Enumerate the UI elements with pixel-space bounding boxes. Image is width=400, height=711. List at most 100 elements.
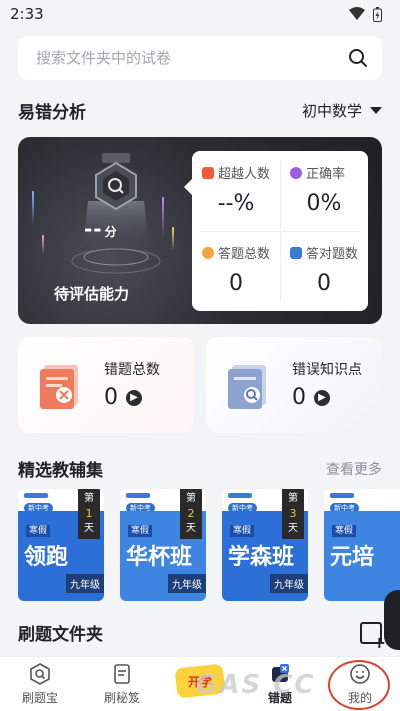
publisher-logo [330,493,354,498]
books-header: 精选教辅集 查看更多 [18,456,382,481]
book-season: 寒假 [26,525,51,537]
ability-label: 待评估能力 [54,285,130,303]
status-bar: 2:33 [0,0,400,28]
day-num: 1 [85,507,93,520]
day-suffix: 天 [186,523,196,534]
stat-correct: 答对题数 0 [280,231,368,311]
book-name: 领跑 [24,544,69,570]
book-header: 新中考 [324,489,400,513]
stat-value: 0 [229,271,243,296]
highlight-ring [328,660,390,710]
books-carousel[interactable]: 新中考 寒假 领跑 九年级 第1天 新中考 寒假 华杯班 九年级 第2天 新中考… [18,489,400,601]
score-value: -- [84,217,103,241]
stat-value: --% [217,191,255,216]
book-day-badge: 第 1 天 [78,489,100,539]
book-card[interactable]: 新中考 寒假 领跑 九年级 第1天 [18,489,104,601]
day-prefix: 第 [186,493,196,504]
book-name: 元培 [330,544,375,570]
day-prefix: 第 [288,493,298,504]
chevron-down-icon [370,107,382,114]
check-icon [290,246,302,259]
publisher-logo [228,493,252,498]
tab-shuatibao[interactable]: 刷题宝 [10,663,70,706]
book-card[interactable]: 新中考 寒假 华杯班 九年级 第2天 [120,489,206,601]
tab-shuamiji[interactable]: 刷秘笈 [92,663,152,706]
folder-header: 刷题文件夹 [18,620,386,652]
book-season: 寒假 [128,525,153,537]
day-prefix: 第 [84,493,94,504]
subject-dropdown[interactable]: 初中数学 [302,100,382,121]
day-num: 3 [289,507,297,520]
assistant-float-button[interactable] [384,590,400,650]
book-card[interactable]: 新中考 寒假 学森班 九年级 第3天 [222,489,308,601]
book-name: 学森班 [228,544,295,570]
wrong-total-value-row: 0 ▶ [104,385,142,410]
view-more-link[interactable]: 查看更多 [326,459,382,479]
wifi-icon [349,7,365,20]
search-doc-icon [30,663,50,685]
status-icons [349,6,382,22]
search-input[interactable] [36,49,316,67]
stats-panel: 超越人数 --% 正确率 0% 答题总数 0 答对题数 0 [184,151,368,311]
stat-accuracy: 正确率 0% [280,151,368,231]
search-bar[interactable] [18,36,382,80]
stat-label: 正确率 [290,163,345,182]
day-num: 2 [187,507,195,520]
stat-answered: 答题总数 0 [192,231,280,311]
score-unit: 分 [104,225,118,239]
wrong-knowledge-card[interactable]: 错误知识点 0 ▶ [206,337,382,433]
stat-label-text: 超越人数 [218,167,271,182]
status-time: 2:33 [10,5,44,23]
publisher-logo [24,493,48,498]
folder-title: 刷题文件夹 [18,625,103,645]
day-suffix: 天 [288,523,298,534]
book-season: 寒假 [230,525,255,537]
battery-icon [373,6,382,22]
stat-label: 答题总数 [202,243,270,262]
trophy-icon [202,166,214,179]
book-grade: 九年级 [66,574,104,593]
light-streak [42,235,44,255]
watermark-text: GAS CC [196,670,316,700]
stat-surpass: 超越人数 --% [192,151,280,231]
add-folder-icon[interactable] [360,621,386,652]
day-suffix: 天 [84,523,94,534]
publisher-logo [126,493,150,498]
book-day-badge: 第 2 天 [180,489,202,539]
stat-label: 答对题数 [290,243,358,262]
book-icon [114,664,130,684]
analysis-title: 易错分析 [18,103,86,123]
wrong-total-label: 错题总数 [104,362,160,378]
search-icon[interactable] [348,48,368,68]
book-grade: 九年级 [270,574,308,593]
books-title: 精选教辅集 [18,461,103,481]
book-day-badge: 第 3 天 [282,489,304,539]
stat-label-text: 答题总数 [218,247,271,262]
knowledge-search-icon [228,365,266,409]
wrong-knowledge-value: 0 [292,385,306,410]
wrong-total-value: 0 [104,385,118,410]
analysis-header: 易错分析 初中数学 [18,98,382,123]
ability-score: -- 分 [84,217,118,241]
wrong-total-card[interactable]: 错题总数 0 ▶ [18,337,194,433]
light-streak [32,191,34,225]
analysis-card[interactable]: -- 分 待评估能力 超越人数 --% 正确率 0% 答题总数 0 答对题数 0 [18,137,382,324]
stat-label: 超越人数 [202,163,270,182]
book-name: 华杯班 [126,544,193,570]
wrong-paper-icon [40,365,78,409]
wrong-knowledge-label: 错误知识点 [292,362,362,378]
stat-value: 0 [317,271,331,296]
wrong-knowledge-value-row: 0 ▶ [292,385,330,410]
book-card[interactable]: 新中考 寒假 元培 [324,489,400,601]
clock-icon [202,246,214,259]
arrow-right-icon[interactable]: ▶ [314,389,330,406]
tab-label: 刷秘笈 [103,691,140,705]
stat-label-text: 答对题数 [306,247,359,262]
tab-label: 刷题宝 [21,691,58,705]
stat-value: 0% [306,191,342,216]
subject-label: 初中数学 [301,102,362,120]
stat-label-text: 正确率 [306,167,346,182]
pie-icon [290,166,302,179]
arrow-right-icon[interactable]: ▶ [126,389,142,406]
book-season: 寒假 [332,525,357,537]
